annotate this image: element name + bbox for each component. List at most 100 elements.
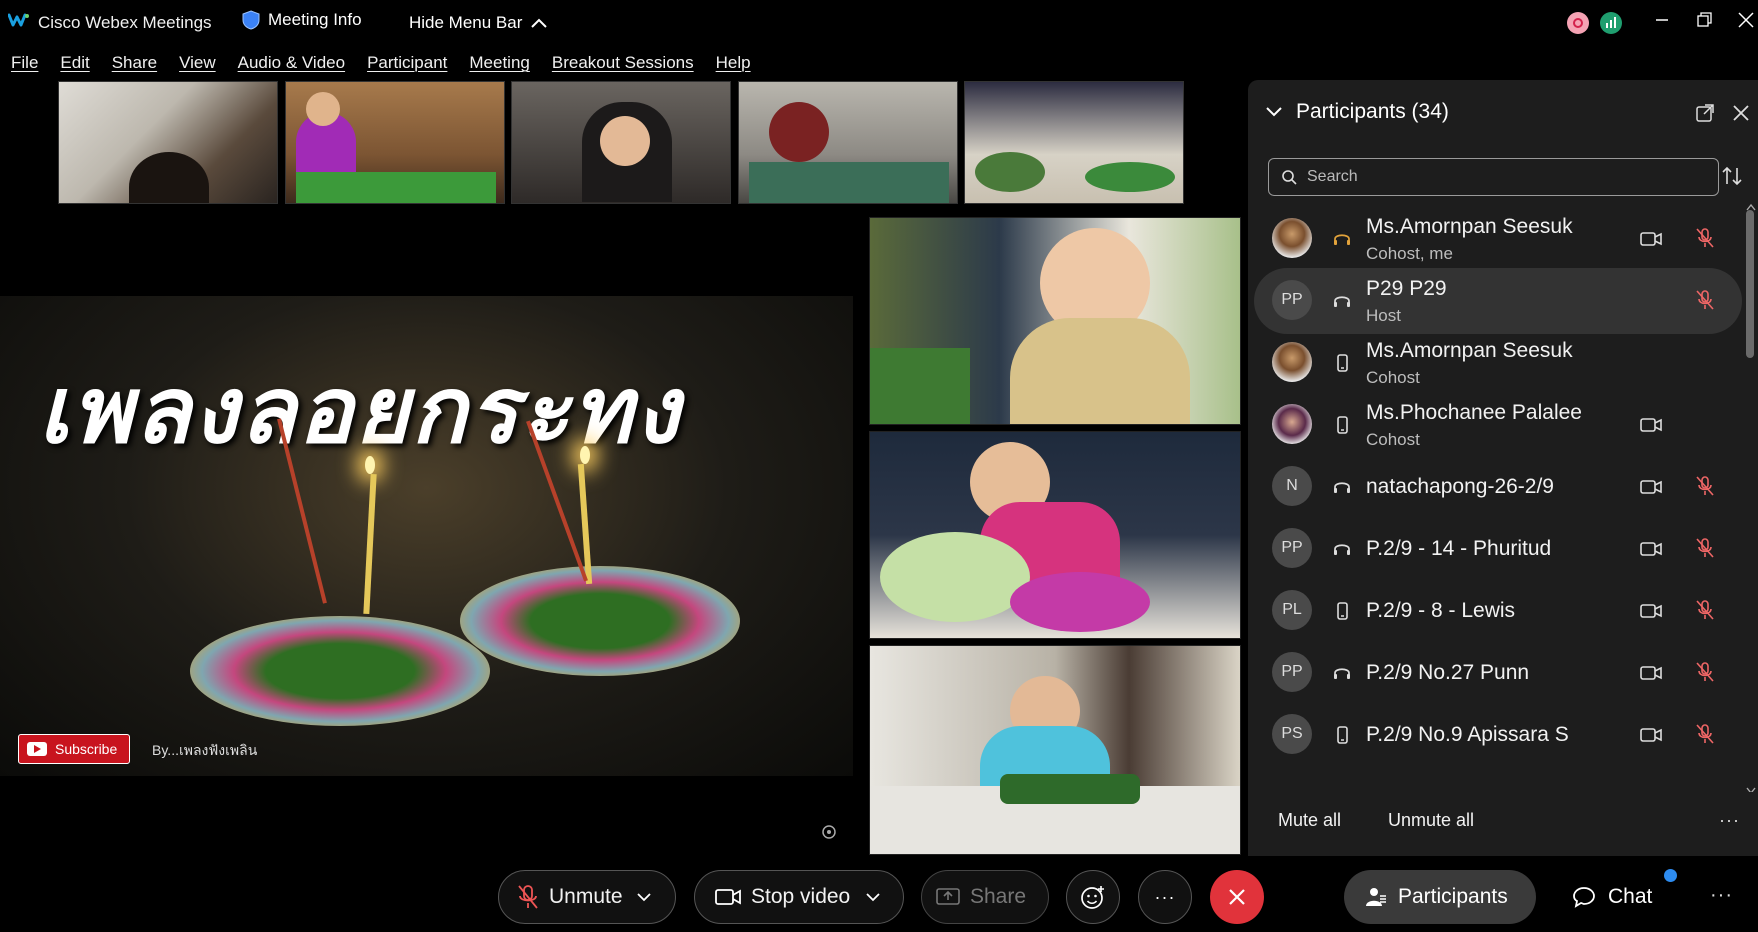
participant-name: P.2/9 - 14 - Phuritud bbox=[1366, 537, 1552, 560]
video-camera-icon[interactable] bbox=[1640, 601, 1662, 621]
chat-icon bbox=[1573, 887, 1595, 908]
panel-more-options-button[interactable]: ··· bbox=[1719, 810, 1740, 831]
emoji-reaction-icon bbox=[1081, 886, 1104, 909]
participant-role: Cohost bbox=[1366, 368, 1420, 387]
chevron-down-icon[interactable] bbox=[866, 892, 880, 902]
microphone-muted-icon[interactable] bbox=[1694, 661, 1716, 683]
end-meeting-button[interactable] bbox=[1210, 870, 1264, 924]
microphone-muted-icon[interactable] bbox=[1694, 475, 1716, 497]
participant-row[interactable]: Nnatachapong-26-2/9 bbox=[1254, 454, 1742, 520]
menu-file[interactable]: File bbox=[0, 53, 49, 73]
search-input[interactable] bbox=[1307, 168, 1687, 186]
network-health-icon[interactable] bbox=[1600, 12, 1622, 34]
participant-row[interactable]: PP P29 P29 Host bbox=[1254, 268, 1742, 334]
menu-audio-video[interactable]: Audio & Video bbox=[227, 53, 356, 73]
video-tile[interactable] bbox=[869, 217, 1241, 425]
shared-screen: เพลงลอยกระทง Subscribe By...เพลงฟังเพลิน bbox=[0, 296, 853, 776]
krathong-image-left bbox=[190, 616, 490, 726]
chevron-down-icon[interactable] bbox=[636, 892, 651, 902]
participant-list-scrollbar[interactable] bbox=[1746, 210, 1754, 358]
participant-name: Ms.Amornpan Seesuk bbox=[1366, 215, 1573, 238]
mute-all-button[interactable]: Mute all bbox=[1278, 810, 1341, 831]
microphone-muted-icon[interactable] bbox=[1694, 289, 1716, 311]
hide-menu-bar-button[interactable]: Hide Menu Bar bbox=[409, 13, 548, 33]
participants-button[interactable]: Participants bbox=[1344, 870, 1536, 924]
close-window-icon[interactable] bbox=[1734, 8, 1758, 32]
chat-notification-badge bbox=[1664, 869, 1677, 882]
participant-row[interactable]: Ms.Amornpan Seesuk Cohost, me bbox=[1254, 206, 1742, 272]
unmute-label: Unmute bbox=[549, 885, 623, 908]
menu-breakout-sessions[interactable]: Breakout Sessions bbox=[541, 53, 705, 73]
participant-row[interactable]: PS P.2/9 No.9 Apissara S bbox=[1254, 702, 1742, 768]
share-label: Share bbox=[970, 885, 1027, 908]
video-camera-icon[interactable] bbox=[1640, 477, 1662, 497]
microphone-muted-icon bbox=[518, 885, 538, 909]
scroll-down-icon[interactable] bbox=[1746, 782, 1756, 795]
youtube-icon bbox=[27, 742, 47, 756]
video-thumbnail[interactable] bbox=[738, 81, 958, 204]
video-thumbnail[interactable] bbox=[964, 81, 1184, 204]
phone-icon bbox=[1332, 415, 1352, 435]
sort-icon[interactable] bbox=[1720, 164, 1744, 188]
candle-stick bbox=[363, 473, 377, 615]
more-options-button[interactable]: ··· bbox=[1138, 870, 1192, 924]
microphone-muted-icon[interactable] bbox=[1694, 599, 1716, 621]
menu-meeting[interactable]: Meeting bbox=[458, 53, 540, 73]
candle-flame bbox=[365, 456, 375, 474]
share-screen-icon bbox=[936, 888, 960, 905]
reactions-button[interactable] bbox=[1066, 870, 1120, 924]
participants-button-label: Participants bbox=[1398, 885, 1508, 908]
close-icon bbox=[1229, 889, 1245, 905]
menu-share[interactable]: Share bbox=[101, 53, 168, 73]
phone-icon bbox=[1332, 725, 1352, 745]
participant-row[interactable]: PP P.2/9 No.27 Punn bbox=[1254, 640, 1742, 706]
recording-indicator-icon[interactable] bbox=[1567, 12, 1589, 34]
unmute-all-button[interactable]: Unmute all bbox=[1388, 810, 1474, 831]
avatar: PP bbox=[1272, 528, 1312, 568]
menu-view[interactable]: View bbox=[168, 53, 227, 73]
menu-help[interactable]: Help bbox=[705, 53, 762, 73]
krathong-image-right bbox=[460, 566, 740, 676]
participant-search-field[interactable] bbox=[1268, 158, 1719, 196]
video-thumbnail[interactable] bbox=[58, 81, 278, 204]
participants-panel-footer: Mute all Unmute all ··· bbox=[1248, 792, 1758, 856]
participant-row[interactable]: PP P.2/9 - 14 - Phuritud bbox=[1254, 516, 1742, 582]
participant-row[interactable]: PL P.2/9 - 8 - Lewis bbox=[1254, 578, 1742, 644]
video-camera-icon[interactable] bbox=[1640, 229, 1662, 249]
microphone-muted-icon[interactable] bbox=[1694, 537, 1716, 559]
video-camera-icon[interactable] bbox=[1640, 663, 1662, 683]
participant-row[interactable]: Ms.Phochanee Palalee Cohost bbox=[1254, 392, 1742, 458]
video-tile[interactable] bbox=[869, 645, 1241, 855]
unmute-button[interactable]: Unmute bbox=[498, 870, 676, 924]
participant-role: Cohost, me bbox=[1366, 244, 1453, 263]
participant-row[interactable]: Ms.Amornpan Seesuk Cohost bbox=[1254, 330, 1742, 396]
video-thumbnail[interactable] bbox=[511, 81, 731, 204]
avatar: PS bbox=[1272, 714, 1312, 754]
chevron-down-icon[interactable] bbox=[1266, 107, 1282, 117]
meeting-info-button[interactable]: Meeting Info bbox=[242, 10, 362, 30]
video-camera-icon[interactable] bbox=[1640, 415, 1662, 435]
scroll-up-icon[interactable] bbox=[1746, 198, 1756, 211]
phone-icon bbox=[1332, 601, 1352, 621]
microphone-muted-icon[interactable] bbox=[1694, 723, 1716, 745]
close-icon[interactable] bbox=[1732, 104, 1750, 122]
stop-video-button[interactable]: Stop video bbox=[694, 870, 904, 924]
video-tile[interactable] bbox=[869, 431, 1241, 639]
menu-participant[interactable]: Participant bbox=[356, 53, 458, 73]
minimize-icon[interactable] bbox=[1650, 8, 1674, 32]
participant-list: Ms.Amornpan Seesuk Cohost, me PP P29 P29 Hos… bbox=[1248, 206, 1744, 874]
participant-name: P.2/9 No.27 Punn bbox=[1366, 661, 1530, 684]
video-camera-icon[interactable] bbox=[1640, 725, 1662, 745]
participants-panel-header[interactable]: Participants (34) bbox=[1266, 100, 1449, 124]
hide-menu-bar-label: Hide Menu Bar bbox=[409, 13, 523, 32]
video-thumbnail[interactable] bbox=[285, 81, 505, 204]
restore-icon[interactable] bbox=[1692, 8, 1716, 32]
share-button[interactable]: Share bbox=[921, 870, 1049, 924]
chat-button[interactable]: Chat bbox=[1572, 870, 1652, 924]
pop-out-icon[interactable] bbox=[1696, 104, 1714, 122]
microphone-muted-icon[interactable] bbox=[1694, 227, 1716, 249]
subscribe-button[interactable]: Subscribe bbox=[18, 734, 130, 764]
more-options-right-button[interactable]: ··· bbox=[1710, 884, 1733, 907]
video-camera-icon[interactable] bbox=[1640, 539, 1662, 559]
menu-edit[interactable]: Edit bbox=[49, 53, 100, 73]
